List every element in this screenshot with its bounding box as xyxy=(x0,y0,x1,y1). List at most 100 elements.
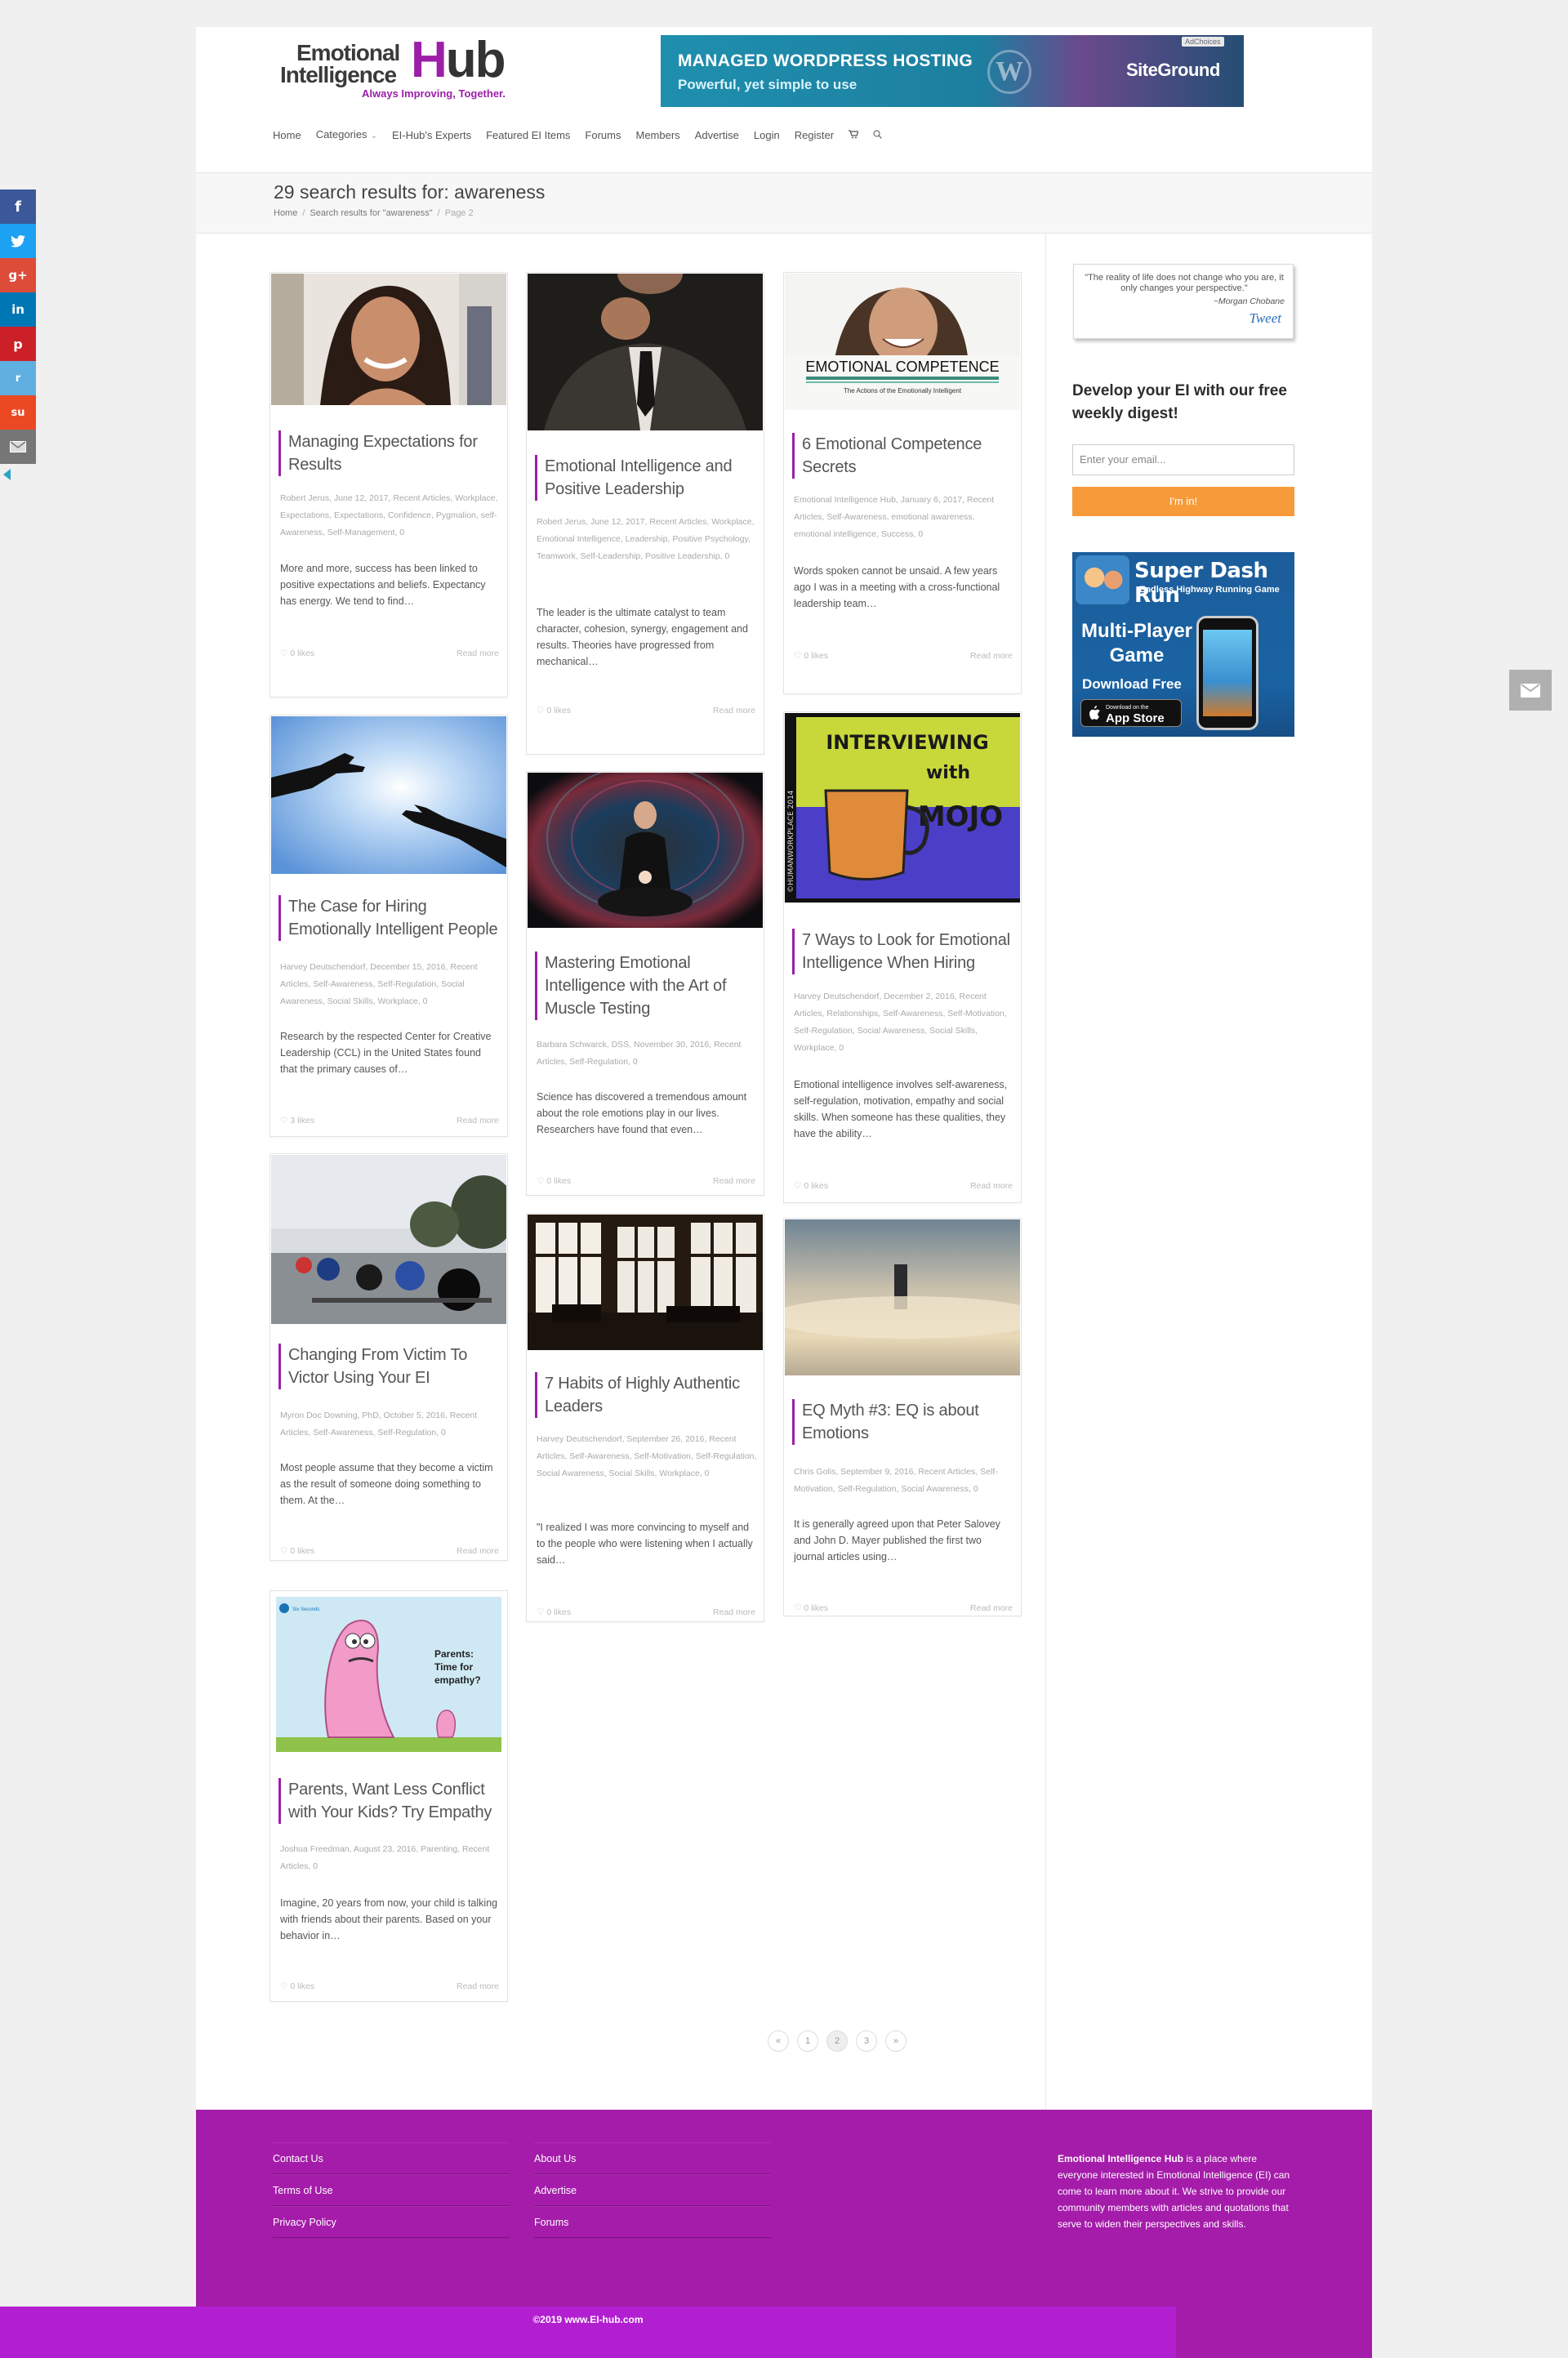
post-footer: 0 likes Read more xyxy=(794,651,1013,661)
like-button[interactable]: 3 likes xyxy=(280,1116,314,1126)
post-title[interactable]: Emotional Intelligence and Positive Lead… xyxy=(535,455,755,501)
nav-members[interactable]: Members xyxy=(628,123,687,148)
footer-link-advertise[interactable]: Advertise xyxy=(534,2174,771,2206)
post-excerpt: Science has discovered a tremendous amou… xyxy=(537,1091,747,1135)
read-more-link[interactable]: Read more xyxy=(970,651,1013,661)
like-button[interactable]: 0 likes xyxy=(794,651,828,661)
like-button[interactable]: 0 likes xyxy=(280,1981,314,1991)
footer-link-terms[interactable]: Terms of Use xyxy=(273,2174,510,2206)
phone-screenshot xyxy=(1196,616,1258,730)
post-image-woman-smiling[interactable] xyxy=(271,274,506,405)
facebook-share-icon[interactable]: f xyxy=(0,189,36,224)
post-excerpt: It is generally agreed upon that Peter S… xyxy=(794,1518,1000,1562)
read-more-link[interactable]: Read more xyxy=(457,1546,499,1556)
nav-experts[interactable]: EI-Hub's Experts xyxy=(385,123,479,148)
pagination-page[interactable]: 1 xyxy=(797,2030,818,2052)
post-meta: Myron Doc Downing, PhD, October 5, 2016,… xyxy=(280,1411,478,1438)
post-image-dark-room[interactable] xyxy=(528,1215,763,1350)
like-button[interactable]: 0 likes xyxy=(794,1181,828,1191)
read-more-link[interactable]: Read more xyxy=(457,649,499,658)
breadcrumb-search[interactable]: Search results for "awareness" xyxy=(310,208,432,218)
quote-widget: "The reality of life does not change who… xyxy=(1073,264,1294,339)
post-title[interactable]: Parents, Want Less Conflict with Your Ki… xyxy=(278,1778,499,1824)
googleplus-share-icon[interactable]: g+ xyxy=(0,258,36,292)
post-title[interactable]: Mastering Emotional Intelligence with th… xyxy=(535,952,755,1020)
post-image-tower-in-clouds[interactable] xyxy=(785,1219,1020,1375)
post-meta: Chris Golis, September 9, 2016, Recent A… xyxy=(794,1467,998,1494)
page-title: 29 search results for: awareness xyxy=(274,181,546,203)
like-button[interactable]: 0 likes xyxy=(537,706,571,715)
read-more-link[interactable]: Read more xyxy=(713,1176,755,1186)
footer-link-contact[interactable]: Contact Us xyxy=(273,2142,510,2174)
subscribe-button[interactable]: I'm in! xyxy=(1072,487,1294,516)
nav-categories[interactable]: Categories ⌄ xyxy=(309,123,385,149)
like-button[interactable]: 0 likes xyxy=(280,649,314,658)
read-more-link[interactable]: Read more xyxy=(970,1603,1013,1613)
post-image-interviewing-mojo[interactable]: INTERVIEWING with MOJO ©HUMANWORKPLACE 2… xyxy=(785,713,1020,903)
post-image-reaching-hands[interactable] xyxy=(271,716,506,874)
read-more-link[interactable]: Read more xyxy=(970,1181,1013,1191)
post-title[interactable]: EQ Myth #3: EQ is about Emotions xyxy=(792,1399,1013,1445)
footer-link-about[interactable]: About Us xyxy=(534,2142,771,2174)
post-image-cyclists[interactable] xyxy=(271,1155,506,1324)
nav-advertise[interactable]: Advertise xyxy=(688,123,746,148)
breadcrumb-home[interactable]: Home xyxy=(274,208,297,218)
twitter-share-icon[interactable] xyxy=(0,224,36,258)
like-button[interactable]: 0 likes xyxy=(537,1607,571,1617)
post-card: Changing From Victim To Victor Using You… xyxy=(270,1153,508,1561)
search-icon[interactable] xyxy=(866,123,889,148)
envelope-icon xyxy=(1521,683,1540,698)
post-title[interactable]: The Case for Hiring Emotionally Intellig… xyxy=(278,895,499,941)
post-card: 7 Habits of Highly Authentic Leaders Har… xyxy=(526,1213,764,1622)
like-button[interactable]: 0 likes xyxy=(280,1546,314,1556)
nav-login[interactable]: Login xyxy=(746,123,787,148)
game-characters-image xyxy=(1076,555,1129,604)
read-more-link[interactable]: Read more xyxy=(713,1607,755,1617)
hosting-banner-ad[interactable]: MANAGED WORDPRESS HOSTING Powerful, yet … xyxy=(661,35,1244,107)
post-title[interactable]: 7 Ways to Look for Emotional Intelligenc… xyxy=(792,929,1013,974)
reddit-share-icon[interactable]: r xyxy=(0,361,36,395)
pagination-current[interactable]: 2 xyxy=(826,2030,848,2052)
app-store-badge[interactable]: Download on the App Store xyxy=(1080,699,1182,727)
post-card: EQ Myth #3: EQ is about Emotions Chris G… xyxy=(783,1218,1022,1616)
footer-link-privacy[interactable]: Privacy Policy xyxy=(273,2206,510,2238)
post-meta: Harvey Deutschendorf, December 15, 2016,… xyxy=(280,962,478,1006)
post-image-empathy-cartoon[interactable]: Six Seconds Parents: Time for empathy? xyxy=(271,1592,506,1758)
linkedin-share-icon[interactable]: in xyxy=(0,292,36,327)
tweet-link[interactable]: Tweet xyxy=(1250,310,1281,327)
pinterest-share-icon[interactable]: p xyxy=(0,327,36,361)
email-input[interactable]: Enter your email... xyxy=(1072,444,1294,475)
post-image-emotional-competence[interactable]: EMOTIONAL COMPETENCE The Actions of the … xyxy=(785,274,1020,410)
nav-home[interactable]: Home xyxy=(273,123,309,148)
post-image-businessman-tie[interactable] xyxy=(528,274,763,430)
envelope-icon xyxy=(10,441,26,452)
stumbleupon-share-icon[interactable]: su xyxy=(0,395,36,430)
pagination-page[interactable]: 3 xyxy=(856,2030,877,2052)
read-more-link[interactable]: Read more xyxy=(457,1116,499,1126)
site-logo[interactable]: Emotional Intelligence Hub Always Improv… xyxy=(280,32,550,105)
nav-featured[interactable]: Featured EI Items xyxy=(479,123,577,148)
adchoices-badge[interactable]: AdChoices xyxy=(1182,37,1224,47)
footer-link-forums[interactable]: Forums xyxy=(534,2206,771,2238)
post-title[interactable]: 6 Emotional Competence Secrets xyxy=(792,433,1013,479)
post-title[interactable]: Changing From Victim To Victor Using You… xyxy=(278,1344,499,1389)
pagination-next[interactable]: » xyxy=(885,2030,906,2052)
pagination-prev[interactable]: « xyxy=(768,2030,789,2052)
post-title[interactable]: Managing Expectations for Results xyxy=(278,430,499,476)
post-title[interactable]: 7 Habits of Highly Authentic Leaders xyxy=(535,1372,755,1418)
nav-register[interactable]: Register xyxy=(787,123,841,148)
search-title-bar: 29 search results for: awareness Home / Se… xyxy=(196,172,1372,234)
like-button[interactable]: 0 likes xyxy=(537,1176,571,1186)
like-button[interactable]: 0 likes xyxy=(794,1603,828,1613)
post-image-meditation[interactable] xyxy=(528,773,763,928)
digest-heading: Develop your EI with our free weekly dig… xyxy=(1072,382,1287,422)
read-more-link[interactable]: Read more xyxy=(713,706,755,715)
collapse-share-icon[interactable] xyxy=(3,469,11,480)
email-share-icon[interactable] xyxy=(0,430,36,464)
floating-email-button[interactable] xyxy=(1509,670,1552,711)
game-ad[interactable]: Super Dash Run Endless Highway Running G… xyxy=(1072,552,1294,737)
nav-forums[interactable]: Forums xyxy=(577,123,628,148)
read-more-link[interactable]: Read more xyxy=(457,1981,499,1991)
post-footer: 0 likes Read more xyxy=(280,649,499,658)
cart-icon[interactable] xyxy=(841,123,866,148)
